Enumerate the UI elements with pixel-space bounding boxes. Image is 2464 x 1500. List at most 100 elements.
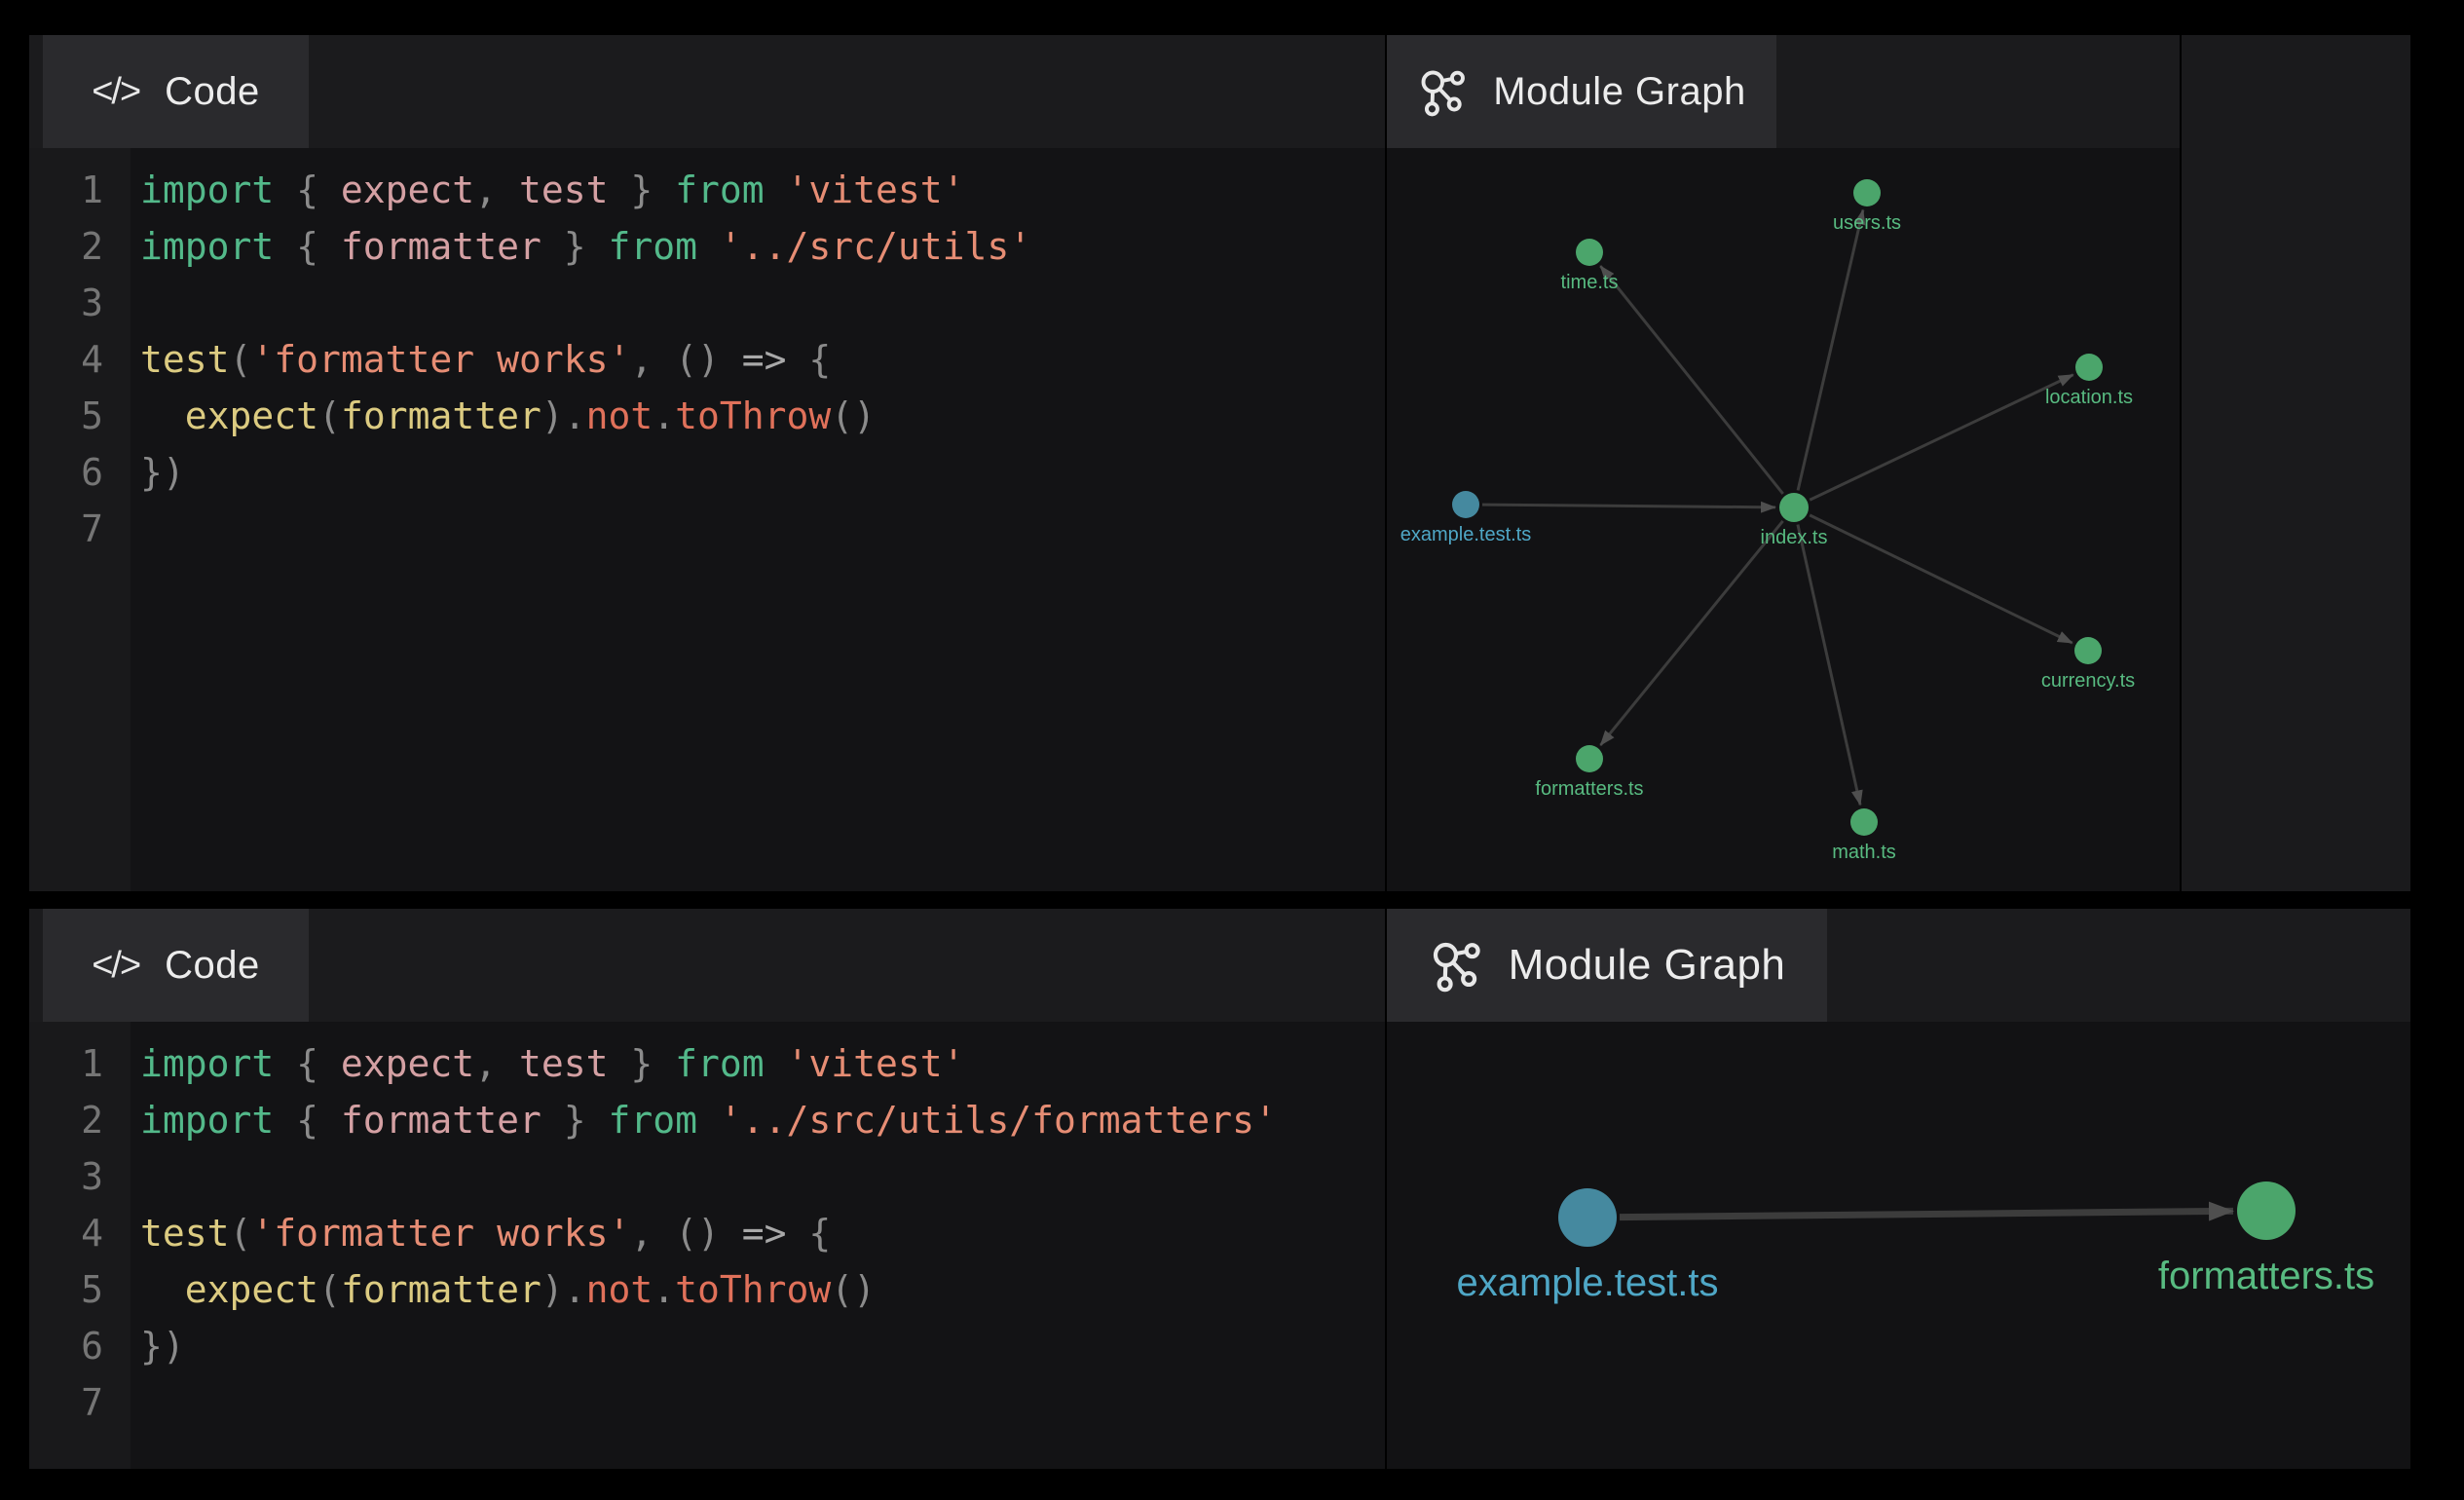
code-token: expect <box>341 1042 474 1085</box>
code-token <box>697 1099 720 1142</box>
code-token: test <box>140 1212 230 1255</box>
code-token: () <box>831 394 876 437</box>
code-token: not <box>586 1268 653 1311</box>
code-token <box>765 1042 787 1085</box>
graph-node-users.ts[interactable] <box>1853 179 1881 206</box>
code-token: { <box>274 1099 341 1142</box>
graph-node-index.ts[interactable] <box>1779 493 1809 522</box>
graph-node-currency.ts[interactable] <box>2074 637 2102 664</box>
code-token: ( <box>318 1268 341 1311</box>
code-token: toThrow <box>675 1268 831 1311</box>
code-token: 'vitest' <box>787 169 965 211</box>
code-line: 6}) <box>29 1318 1385 1374</box>
graph-node-label-currency.ts: currency.ts <box>2041 670 2135 692</box>
graph-node-label-users.ts: users.ts <box>1833 212 1901 234</box>
code-token: ( <box>318 394 341 437</box>
code-token: from <box>675 169 765 211</box>
code-panel-bottom: </> Code 1import { expect, test } from '… <box>29 909 1385 1469</box>
tab-code-label: Code <box>165 944 260 988</box>
code-line: 5 expect(formatter).not.toThrow() <box>29 388 1385 444</box>
tab-module-graph-label: Module Graph <box>1493 70 1745 114</box>
code-token: formatter <box>341 1268 541 1311</box>
graph-node-formatters.ts[interactable] <box>1576 745 1603 772</box>
graph-edge-index.ts-to-formatters.ts <box>1600 521 1782 745</box>
code-line: 1import { expect, test } from 'vitest' <box>29 1035 1385 1092</box>
graph-node-formatters.ts[interactable] <box>2237 1181 2296 1240</box>
module-graph-panel-top: Module Graph users.tstime.tslocation.tse… <box>1387 35 2180 891</box>
code-token: . <box>653 394 675 437</box>
code-token: ). <box>541 394 586 437</box>
graph-node-label-index.ts: index.ts <box>1761 527 1828 548</box>
graph-tabbar-bottom: Module Graph <box>1387 909 2410 1022</box>
code-token: ( <box>230 338 252 381</box>
code-token: expect <box>185 1268 318 1311</box>
graph-node-example.test.ts[interactable] <box>1558 1188 1617 1247</box>
tab-module-graph-label: Module Graph <box>1509 941 1786 990</box>
code-token: { <box>787 338 832 381</box>
code-token: formatter <box>341 394 541 437</box>
code-token: from <box>675 1042 765 1085</box>
graph-edge-index.ts-to-time.ts <box>1600 266 1782 494</box>
code-editor-top: 1import { expect, test } from 'vitest'2i… <box>29 148 1385 891</box>
line-number: 4 <box>29 1205 131 1261</box>
code-token: import <box>140 1042 274 1085</box>
graph-node-math.ts[interactable] <box>1850 808 1878 836</box>
tab-code-bottom[interactable]: </> Code <box>43 909 309 1022</box>
code-line: 3 <box>29 1148 1385 1205</box>
code-token: => <box>742 1212 787 1255</box>
code-token: from <box>608 225 697 268</box>
code-token: { <box>274 169 341 211</box>
code-token: , <box>474 1042 519 1085</box>
code-line: 4test('formatter works', () => { <box>29 1205 1385 1261</box>
line-number: 3 <box>29 1148 131 1205</box>
graph-edge-index.ts-to-users.ts <box>1798 210 1863 491</box>
graph-node-label-formatters.ts: formatters.ts <box>1535 778 1643 800</box>
graph-node-label-location.ts: location.ts <box>2045 387 2133 408</box>
line-number: 2 <box>29 218 131 275</box>
graph-edge-index.ts-to-location.ts <box>1810 375 2072 501</box>
module-graph-svg-bottom: example.test.tsformatters.ts <box>1387 1022 2410 1469</box>
module-graph-canvas-bottom: example.test.tsformatters.ts <box>1387 1022 2410 1469</box>
graph-node-time.ts[interactable] <box>1576 239 1603 266</box>
code-line: 3 <box>29 275 1385 331</box>
line-number: 7 <box>29 1374 131 1431</box>
graph-node-label-formatters.ts: formatters.ts <box>2158 1255 2374 1297</box>
code-token: formatter <box>341 225 541 268</box>
code-token: { <box>274 1042 341 1085</box>
module-graph-icon <box>1429 938 1483 993</box>
code-token: test <box>519 1042 609 1085</box>
code-token <box>697 225 720 268</box>
code-token: ( <box>230 1212 252 1255</box>
tab-code-top[interactable]: </> Code <box>43 35 309 148</box>
code-line: 1import { expect, test } from 'vitest' <box>29 162 1385 218</box>
code-token: { <box>787 1212 832 1255</box>
code-token: from <box>608 1099 697 1142</box>
code-token <box>140 1268 185 1311</box>
code-icon: </> <box>92 945 139 987</box>
line-number: 5 <box>29 388 131 444</box>
graph-node-location.ts[interactable] <box>2075 354 2103 381</box>
code-token: , <box>474 169 519 211</box>
line-number: 4 <box>29 331 131 388</box>
line-number: 2 <box>29 1092 131 1148</box>
code-token: expect <box>185 394 318 437</box>
code-token: import <box>140 225 274 268</box>
module-graph-panel-bottom: Module Graph example.test.tsformatters.t… <box>1387 909 2410 1469</box>
code-token <box>765 169 787 211</box>
code-token: import <box>140 169 274 211</box>
code-token: import <box>140 1099 274 1142</box>
graph-node-label-math.ts: math.ts <box>1832 842 1896 863</box>
code-token: , () <box>630 1212 741 1255</box>
code-token: } <box>541 1099 609 1142</box>
code-token: ). <box>541 1268 586 1311</box>
code-line: 5 expect(formatter).not.toThrow() <box>29 1261 1385 1318</box>
tab-module-graph-bottom[interactable]: Module Graph <box>1387 909 1827 1022</box>
code-lines-top: 1import { expect, test } from 'vitest'2i… <box>29 162 1385 557</box>
graph-edge-example.test.ts-to-index.ts <box>1482 505 1775 507</box>
code-token: test <box>140 338 230 381</box>
graph-edge-example.test.ts-to-formatters.ts <box>1620 1211 2233 1217</box>
graph-edge-index.ts-to-math.ts <box>1798 525 1860 806</box>
graph-node-example.test.ts[interactable] <box>1452 491 1479 518</box>
line-number: 1 <box>29 162 131 218</box>
tab-module-graph-top[interactable]: Module Graph <box>1387 35 1776 148</box>
